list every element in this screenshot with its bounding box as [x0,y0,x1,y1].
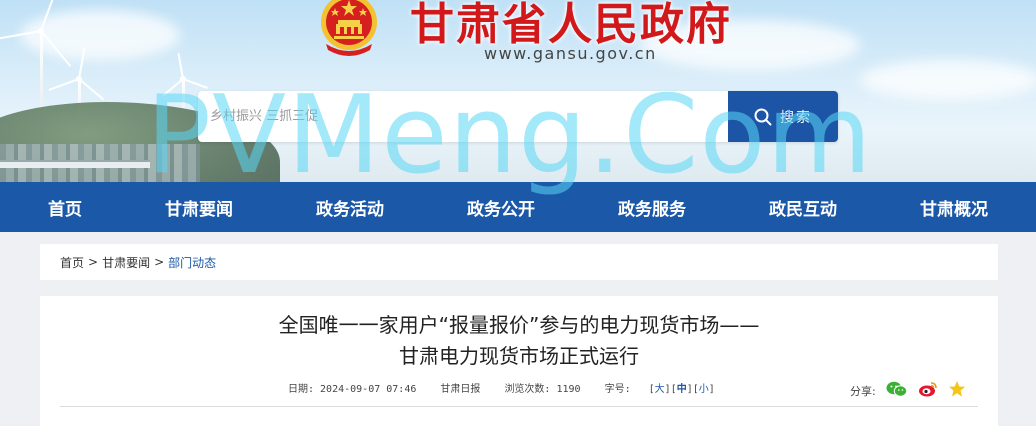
nav-item-government-services[interactable]: 政务服务 [618,195,686,220]
search-button[interactable]: 搜索 [728,91,838,142]
article-source: 甘肃日报 [440,384,481,395]
article-meta: 日期: 2024-09-07 07:46 甘肃日报 浏览次数: 1190 字号:… [288,380,733,395]
article-title-line1: 全国唯一一家用户“报量报价”参与的电力现货市场—— [278,313,760,337]
search-input[interactable] [198,91,718,142]
font-size-label: 字号: [604,384,631,395]
share-bar: 分享: [850,380,966,401]
font-size-large-button[interactable]: 大 [655,384,665,395]
article-title-line2: 甘肃电力现货市场正式运行 [399,344,639,368]
main-nav: 首页 甘肃要闻 政务活动 政务公开 政务服务 政民互动 甘肃概况 [0,182,1036,232]
search-button-label: 搜索 [780,109,812,126]
font-size-small-button[interactable]: 小 [699,384,709,395]
font-size-medium-button[interactable]: 中 [677,384,687,395]
nav-item-public-interaction[interactable]: 政民互动 [769,195,837,220]
article-divider [60,406,978,407]
article-panel: 全国唯一一家用户“报量报价”参与的电力现货市场—— 甘肃电力现货市场正式运行 日… [40,296,998,426]
search-icon [754,108,772,125]
nav-item-gansu-news[interactable]: 甘肃要闻 [165,195,233,220]
header-banner: 甘肃省人民政府 www.gansu.gov.cn 搜索 [0,0,1036,182]
article-date: 日期: 2024-09-07 07:46 [288,384,417,395]
search-box: 搜索 [198,91,838,142]
bridge-illustration [0,160,150,168]
breadcrumb-home[interactable]: 首页 [60,254,84,271]
favorite-star-icon[interactable] [948,380,966,401]
breadcrumb-separator: > [154,255,165,269]
breadcrumb-department-news[interactable]: 部门动态 [168,254,216,271]
font-size-control: 字号: [大][中][小] [604,384,715,395]
article-title: 全国唯一一家用户“报量报价”参与的电力现货市场—— 甘肃电力现货市场正式运行 [40,310,998,372]
breadcrumb: 首页 > 甘肃要闻 > 部门动态 [40,244,998,280]
cloud-decoration [860,60,1036,100]
weibo-icon[interactable] [918,381,938,400]
national-emblem-icon [321,0,377,56]
nav-item-government-disclosure[interactable]: 政务公开 [467,195,535,220]
site-url: www.gansu.gov.cn [484,44,657,63]
nav-item-government-activities[interactable]: 政务活动 [316,195,384,220]
share-label: 分享: [850,384,876,398]
breadcrumb-gansu-news[interactable]: 甘肃要闻 [102,254,150,271]
wechat-icon[interactable] [886,381,908,400]
nav-item-home[interactable]: 首页 [48,195,82,220]
article-views: 浏览次数: 1190 [504,384,581,395]
breadcrumb-separator: > [88,255,99,269]
nav-item-gansu-overview[interactable]: 甘肃概况 [920,195,988,220]
